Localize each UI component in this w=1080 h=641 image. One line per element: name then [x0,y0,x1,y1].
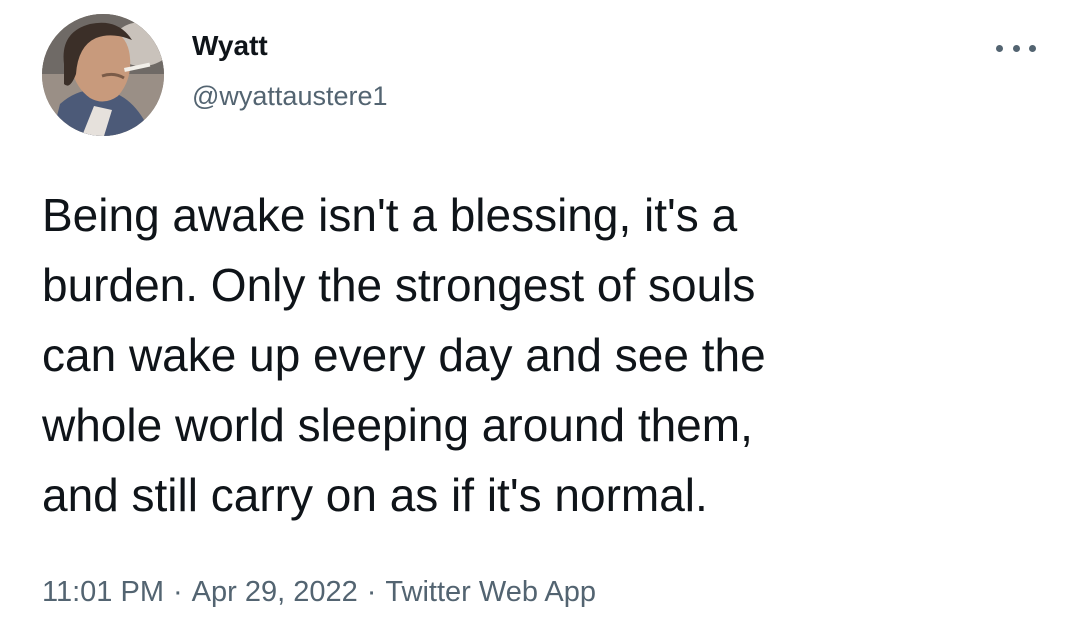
dot [996,44,1003,52]
tweet-metadata: 11:01 PM · Apr 29, 2022 · Twitter Web App [42,574,596,610]
dot [1029,44,1036,52]
more-horizontal-icon[interactable] [996,38,1036,58]
user-handle[interactable]: @wyattaustere1 [192,80,388,112]
tweet-text-line: and still carry on as if it's normal. [42,469,708,521]
avatar[interactable] [42,14,164,136]
tweet-card: Wyatt @wyattaustere1 Being awake isn't a… [0,0,1080,641]
tweet-text-line: whole world sleeping around them, [42,399,753,451]
tweet-text-line: can wake up every day and see the [42,329,766,381]
tweet-text: Being awake isn't a blessing, it's a bur… [42,180,1042,530]
user-info: Wyatt @wyattaustere1 [192,29,388,112]
separator: · [172,576,183,608]
tweet-text-line: Being awake isn't a blessing, it's a [42,189,738,241]
display-name[interactable]: Wyatt [192,29,388,63]
tweet-text-line: burden. Only the strongest of souls [42,259,756,311]
tweet-date[interactable]: Apr 29, 2022 [192,576,358,608]
profile-photo [42,14,164,136]
tweet-source[interactable]: Twitter Web App [385,576,596,608]
separator: · [366,576,377,608]
dot [1012,44,1020,52]
tweet-time[interactable]: 11:01 PM [42,576,164,608]
